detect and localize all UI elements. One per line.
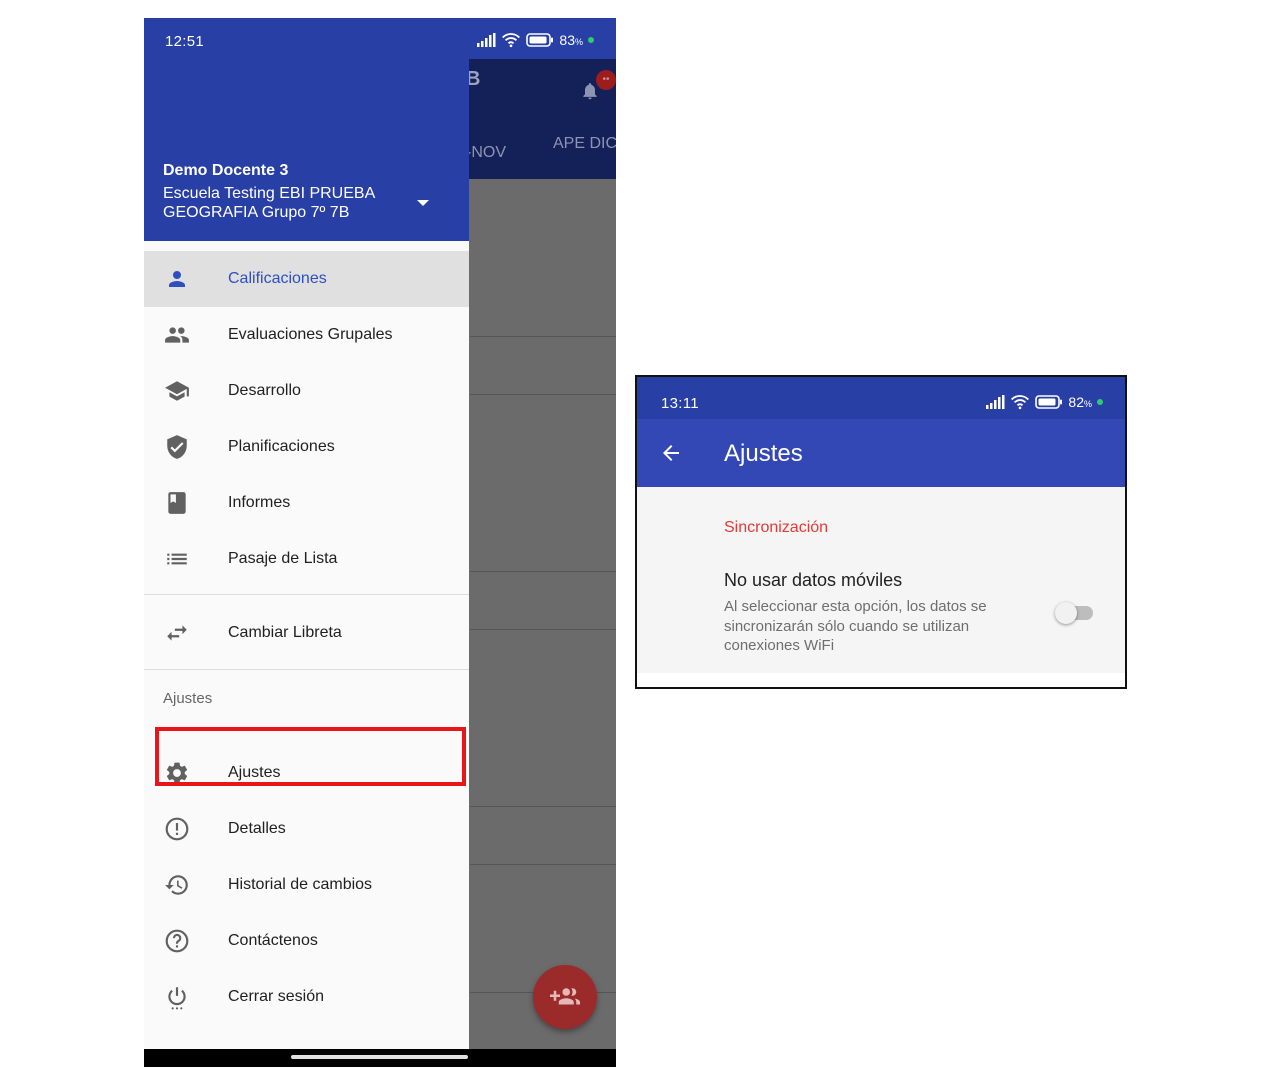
- swap-icon: [164, 620, 190, 646]
- charging-dot: [588, 37, 594, 43]
- settings-section-header: Ajustes: [163, 690, 213, 707]
- battery-icon: [1035, 395, 1063, 409]
- menu-divider: [144, 594, 469, 595]
- system-navigation-bar: [144, 1049, 616, 1067]
- menu-item-cambiar-libreta[interactable]: Cambiar Libreta: [144, 605, 469, 661]
- history-icon: [164, 872, 190, 898]
- sync-section-title: Sincronización: [724, 519, 829, 536]
- signal-icon: [477, 33, 496, 47]
- back-arrow-icon[interactable]: [659, 441, 683, 465]
- phone-screen-settings: 13:11 82% Ajustes Sincronización No usar…: [635, 375, 1127, 689]
- book-icon: [164, 490, 190, 516]
- menu-item-evaluaciones-grupales[interactable]: Evaluaciones Grupales: [144, 307, 469, 363]
- menu-item-informes[interactable]: Informes: [144, 475, 469, 531]
- menu-item-detalles[interactable]: Detalles: [144, 801, 469, 857]
- mobile-data-pref-title[interactable]: No usar datos móviles: [724, 570, 902, 591]
- page-title: Ajustes: [724, 440, 803, 467]
- drawer-header[interactable]: Demo Docente 3 Escuela Testing EBI PRUEB…: [144, 59, 469, 241]
- settings-list: Sincronización No usar datos móviles Al …: [637, 487, 1125, 673]
- ajustes-highlight-box: [155, 727, 466, 786]
- status-time: 12:51: [165, 33, 205, 50]
- status-time: 13:11: [661, 395, 699, 412]
- navigation-drawer: Demo Docente 3 Escuela Testing EBI PRUEB…: [144, 59, 469, 1049]
- menu-item-label: Cambiar Libreta: [228, 624, 342, 641]
- mobile-data-pref-summary: Al seleccionar esta opción, los datos se…: [724, 598, 987, 654]
- help-icon: [164, 928, 190, 954]
- status-icons: 83%: [476, 32, 594, 48]
- school-icon: [164, 378, 190, 404]
- menu-item-label: Pasaje de Lista: [228, 550, 338, 567]
- toggle-thumb: [1055, 602, 1077, 624]
- school-name: Escuela Testing EBI PRUEBA: [163, 185, 376, 202]
- user-name: Demo Docente 3: [163, 162, 289, 179]
- app-bar: Ajustes: [637, 419, 1125, 487]
- battery-percentage: 82%: [1068, 394, 1092, 410]
- menu-item-contactenos[interactable]: Contáctenos: [144, 913, 469, 969]
- home-gesture-handle[interactable]: [291, 1055, 468, 1059]
- menu-item-label: Cerrar sesión: [228, 988, 325, 1005]
- background-divider: [470, 336, 616, 337]
- menu-item-label: Informes: [228, 494, 291, 511]
- verified-icon: [164, 434, 190, 460]
- menu-item-cerrar-sesion[interactable]: Cerrar sesión: [144, 969, 469, 1025]
- group-icon: [164, 322, 190, 348]
- power-icon: [164, 984, 190, 1010]
- notification-badge: ••: [596, 70, 616, 90]
- account-dropdown-icon[interactable]: [417, 200, 429, 206]
- person-icon: [164, 266, 190, 292]
- wifi-icon: [502, 33, 521, 48]
- background-divider: [470, 629, 616, 630]
- menu-item-pasaje-de-lista[interactable]: Pasaje de Lista: [144, 531, 469, 587]
- menu-item-label: Historial de cambios: [228, 876, 373, 893]
- background-divider: [470, 571, 616, 572]
- status-bar: 13:11 82%: [637, 377, 1125, 419]
- background-divider: [470, 864, 616, 865]
- status-bar: 12:51 83%: [144, 18, 616, 59]
- battery-percentage: 83%: [559, 32, 583, 48]
- background-divider: [470, 806, 616, 807]
- mobile-data-toggle[interactable]: [1055, 601, 1093, 625]
- menu-item-label: Evaluaciones Grupales: [228, 326, 393, 343]
- add-group-fab[interactable]: [533, 965, 597, 1029]
- menu-item-desarrollo[interactable]: Desarrollo: [144, 363, 469, 419]
- background-tab-ape-dic: APE DIC: [553, 135, 616, 152]
- menu-item-label: Desarrollo: [228, 382, 301, 399]
- status-icons: 82%: [985, 394, 1103, 410]
- signal-icon: [986, 395, 1005, 409]
- battery-icon: [526, 33, 554, 47]
- background-tab-nov: -NOV: [466, 144, 506, 161]
- menu-item-label: Planificaciones: [228, 438, 335, 455]
- info-icon: [164, 816, 190, 842]
- group-add-icon: [550, 988, 580, 1005]
- background-divider: [470, 394, 616, 395]
- group-name: GEOGRAFIA Grupo 7º 7B: [163, 204, 350, 221]
- charging-dot: [1097, 399, 1103, 405]
- wifi-icon: [1011, 395, 1030, 410]
- menu-divider: [144, 669, 469, 670]
- menu-item-label: Calificaciones: [228, 270, 327, 287]
- phone-screen-navigation-drawer: B •• -NOV APE DIC 12:51 83% Demo Docente…: [144, 18, 616, 1067]
- menu-item-label: Contáctenos: [228, 932, 318, 949]
- menu-item-label: Detalles: [228, 820, 286, 837]
- menu-item-historial-de-cambios[interactable]: Historial de cambios: [144, 857, 469, 913]
- list-icon: [164, 546, 190, 572]
- menu-item-planificaciones[interactable]: Planificaciones: [144, 419, 469, 475]
- menu-item-calificaciones[interactable]: Calificaciones: [144, 251, 469, 307]
